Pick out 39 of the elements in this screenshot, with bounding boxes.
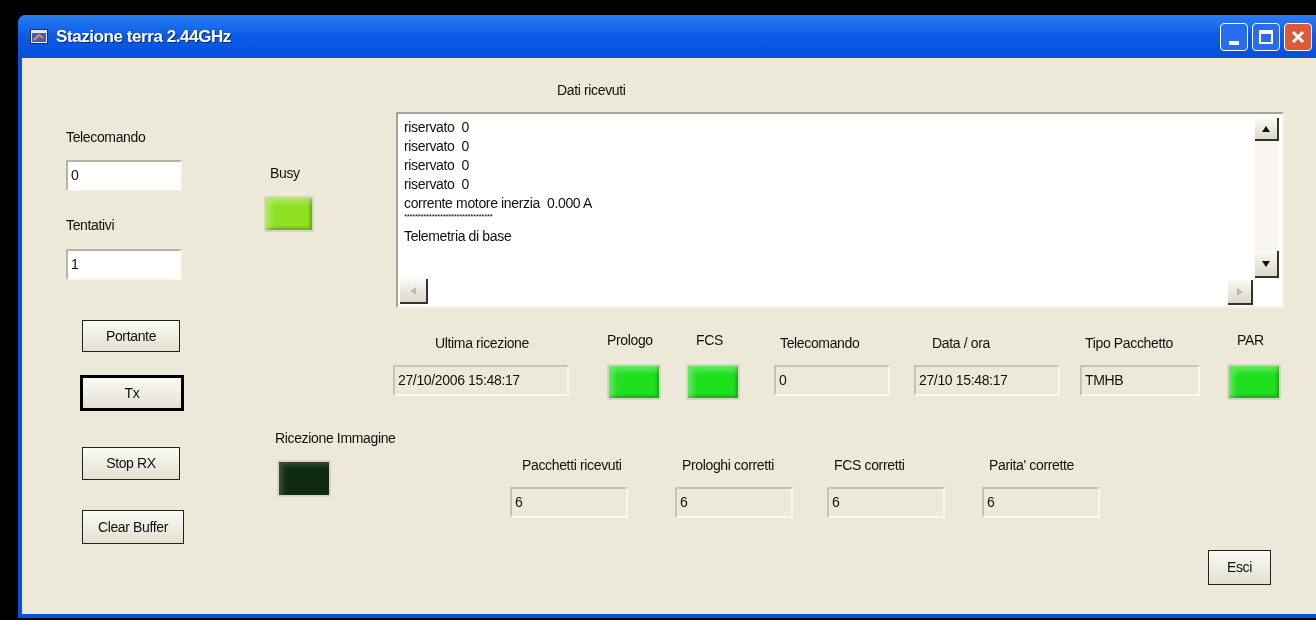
field-label: Tentativi bbox=[66, 216, 115, 234]
push-button[interactable]: Stop RX bbox=[82, 447, 180, 480]
readout-field: 27/10/2006 15:48:17 bbox=[393, 365, 569, 396]
push-button[interactable]: Clear Buffer bbox=[82, 510, 184, 544]
field-label: Prologo bbox=[607, 331, 653, 349]
readout-field: 6 bbox=[510, 487, 628, 518]
field-label: Data / ora bbox=[932, 334, 990, 352]
readout-field: 6 bbox=[675, 487, 793, 518]
field-label: Busy bbox=[270, 164, 300, 182]
field-label: Dati ricevuti bbox=[557, 81, 626, 99]
field-label: Ultima ricezione bbox=[435, 334, 529, 352]
field-label: Pacchetti ricevuti bbox=[522, 456, 622, 474]
readout-field: 6 bbox=[982, 487, 1100, 518]
text-line: corrente motore inerzia 0.000 A bbox=[404, 194, 593, 213]
text-line: riservato 0 bbox=[404, 175, 470, 194]
readout-field: 6 bbox=[827, 487, 945, 518]
readout-field: 27/10 15:48:17 bbox=[914, 365, 1060, 396]
input-field[interactable]: 0 bbox=[66, 160, 182, 191]
push-button[interactable]: Portante bbox=[82, 320, 180, 352]
push-button[interactable]: Tx bbox=[80, 375, 184, 411]
field-label: Tipo Pacchetto bbox=[1085, 334, 1173, 352]
text-line: riservato 0 bbox=[404, 156, 470, 175]
field-label: Prologhi corretti bbox=[682, 456, 775, 474]
text-line: riservato 0 bbox=[404, 137, 470, 156]
field-label: Ricezione Immagine bbox=[275, 429, 396, 447]
field-label: Telecomando bbox=[780, 334, 860, 352]
field-label: FCS corretti bbox=[834, 456, 905, 474]
field-label: Telecomando bbox=[66, 128, 146, 146]
input-field[interactable]: 1 bbox=[66, 249, 182, 280]
field-label: PAR bbox=[1237, 331, 1264, 349]
text-line: Telemetria di base bbox=[404, 227, 512, 246]
window-title: Stazione terra 2.44GHz bbox=[56, 25, 231, 48]
readout-field: TMHB bbox=[1080, 365, 1200, 396]
exit-button[interactable]: Esci bbox=[1208, 550, 1271, 585]
text-line: ******************************** bbox=[404, 213, 493, 221]
text-line: riservato 0 bbox=[404, 118, 470, 137]
field-label: Parita' corrette bbox=[989, 456, 1074, 474]
readout-field: 0 bbox=[774, 365, 890, 396]
field-label: FCS bbox=[696, 331, 723, 349]
